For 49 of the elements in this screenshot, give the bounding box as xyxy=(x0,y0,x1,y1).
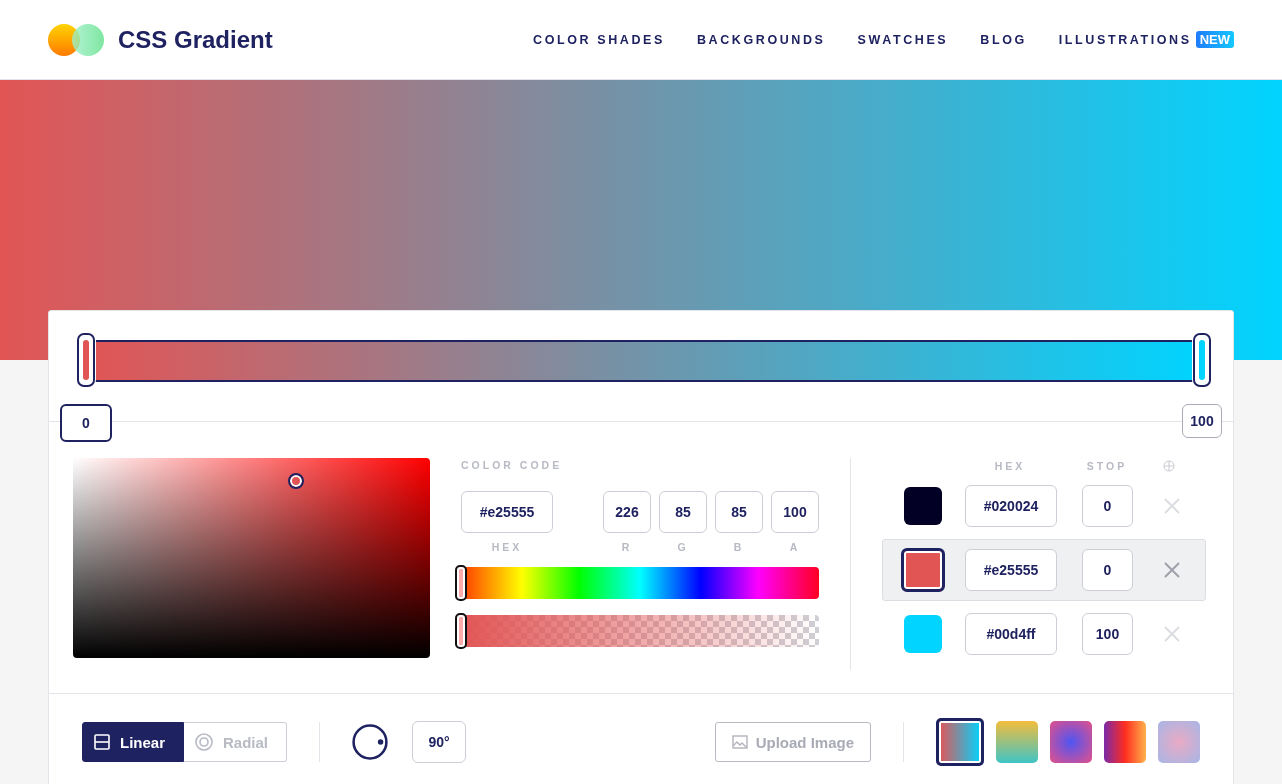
stop-input[interactable]: 0 xyxy=(1082,549,1133,591)
angle-dial-icon[interactable] xyxy=(352,724,389,760)
nav-link[interactable]: COLOR SHADES xyxy=(533,32,665,47)
nav-link[interactable]: SWATCHES xyxy=(857,32,949,47)
channel-input[interactable]: 226 xyxy=(603,491,651,533)
slider-thumb[interactable] xyxy=(455,565,467,601)
color-stop-row[interactable]: #020024 0 xyxy=(882,475,1206,537)
field-caption: HEX xyxy=(491,541,523,553)
gradient-handle[interactable] xyxy=(77,333,95,387)
radial-icon xyxy=(195,733,213,751)
gradient-preset[interactable] xyxy=(936,718,984,766)
color-swatch[interactable] xyxy=(904,487,942,525)
nav-link[interactable]: BACKGROUNDS xyxy=(696,32,826,47)
hex-input[interactable]: #e25555 xyxy=(965,549,1057,591)
channel-input[interactable]: 85 xyxy=(659,491,707,533)
gradient-handle[interactable] xyxy=(1193,333,1211,387)
stop-input[interactable]: 0 xyxy=(1082,485,1133,527)
color-stop-row[interactable]: #00d4ff 100 xyxy=(882,603,1206,665)
column-header: HEX xyxy=(993,460,1027,472)
field-caption: B xyxy=(733,541,745,553)
color-swatch[interactable] xyxy=(904,615,942,653)
gradient-slider[interactable] xyxy=(77,333,1211,387)
image-icon xyxy=(731,735,748,749)
nav-link[interactable]: ILLUSTRATIONS xyxy=(1058,32,1192,47)
stop-position-label[interactable]: 0 xyxy=(60,404,112,442)
new-badge: NEW xyxy=(1195,31,1234,48)
field-caption: G xyxy=(677,541,689,553)
linear-icon xyxy=(94,734,110,750)
saturation-picker[interactable] xyxy=(73,458,430,658)
channel-input[interactable]: 85 xyxy=(715,491,763,533)
hex-input[interactable]: #e25555 xyxy=(461,491,553,533)
stop-input[interactable]: 100 xyxy=(1082,613,1133,655)
nav-link[interactable]: BLOG xyxy=(980,32,1027,47)
logo-icon xyxy=(48,22,104,57)
hex-input[interactable]: #020024 xyxy=(965,485,1057,527)
field-caption: A xyxy=(789,541,801,553)
channel-input[interactable]: 100 xyxy=(771,491,819,533)
color-swatch[interactable] xyxy=(901,548,945,592)
angle-input[interactable]: 90° xyxy=(412,721,467,763)
field-caption: R xyxy=(621,541,633,553)
color-stop-row[interactable]: #e25555 0 xyxy=(882,539,1206,601)
mode-tab[interactable]: Linear xyxy=(82,722,184,762)
column-header: STOP xyxy=(1085,460,1129,472)
picker-handle[interactable] xyxy=(287,472,304,489)
slider-thumb[interactable] xyxy=(455,613,467,649)
site-title[interactable]: CSS Gradient xyxy=(118,25,273,54)
section-label: COLOR CODE xyxy=(461,459,564,471)
stop-position-label[interactable]: 100 xyxy=(1182,404,1222,438)
hex-input[interactable]: #00d4ff xyxy=(965,613,1057,655)
